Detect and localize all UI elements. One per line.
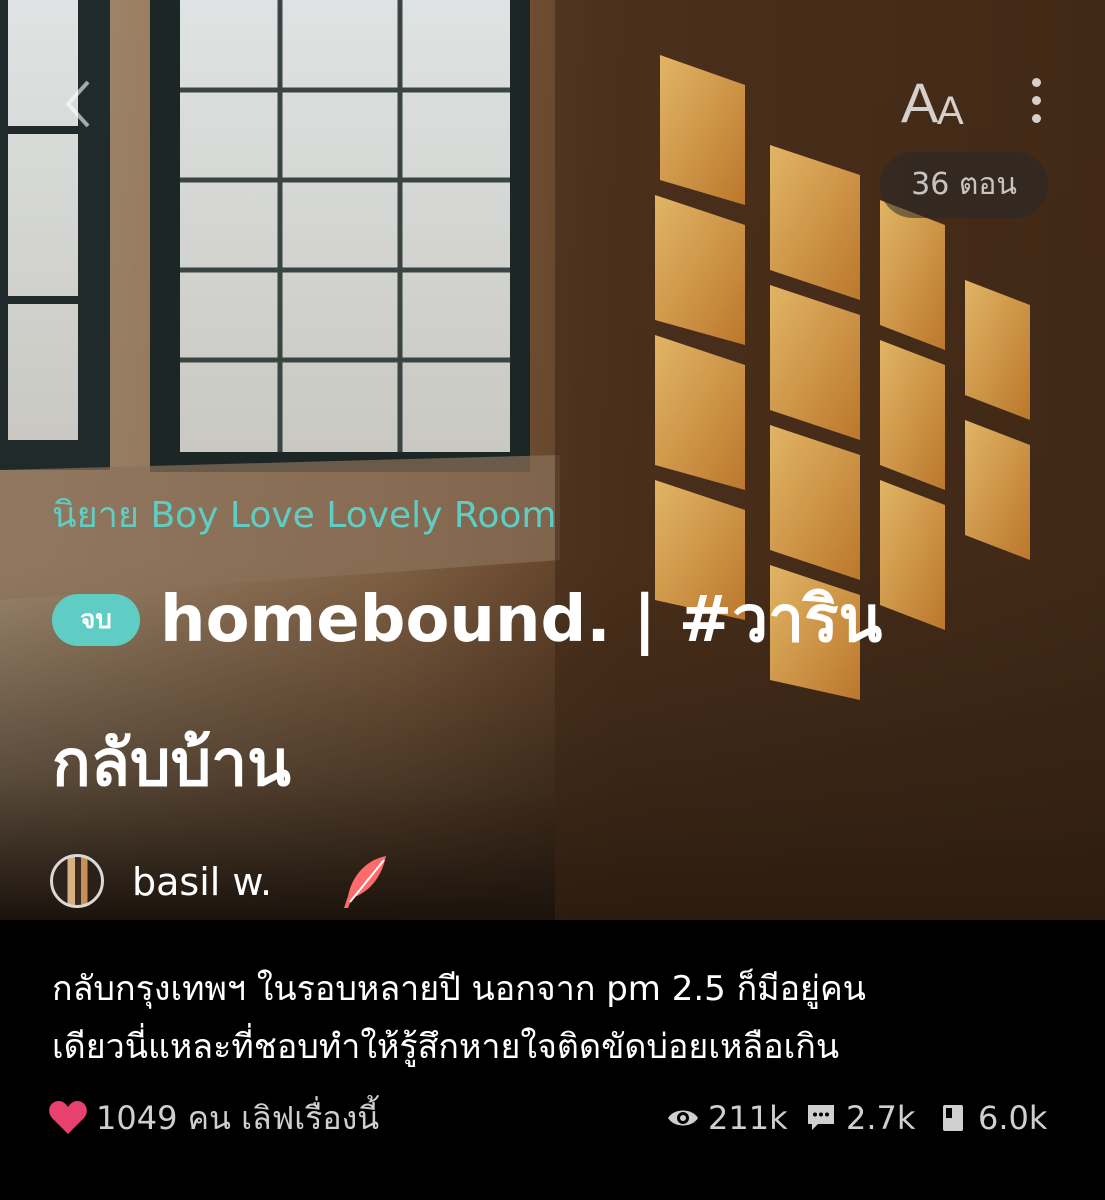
comments-count: 2.7k <box>846 1099 916 1137</box>
quill-icon <box>344 856 386 908</box>
story-synopsis: กลับกรุงเทพฯ ในรอบหลายปี นอกจาก pm 2.5 ก… <box>52 960 1062 1076</box>
font-size-large-glyph: A <box>901 71 939 134</box>
story-title: homebound. | #วาริน <box>160 583 883 657</box>
stats-row: 1049 คน เลิฟเรื่องนี้ 211k 2.7k 6.0k <box>48 1088 1058 1148</box>
chevron-left-icon <box>65 80 90 128</box>
font-size-small-glyph: A <box>937 89 964 133</box>
heart-icon[interactable] <box>48 1100 88 1136</box>
episode-count-badge[interactable]: 36 ตอน <box>880 152 1048 218</box>
synopsis-line: กลับกรุงเทพฯ ในรอบหลายปี นอกจาก pm 2.5 ก… <box>52 969 866 1009</box>
comment-icon <box>808 1105 834 1130</box>
category-label[interactable]: นิยาย Boy Love Lovely Room <box>52 486 556 543</box>
book-icon <box>943 1105 963 1131</box>
avatar[interactable] <box>50 854 104 908</box>
author-name[interactable]: basil w. <box>132 852 272 912</box>
back-button[interactable] <box>58 78 102 130</box>
author-row[interactable]: basil w. <box>50 852 550 912</box>
love-count-text: 1049 คน เลิฟเรื่องนี้ <box>96 1099 380 1137</box>
font-size-button[interactable]: A A <box>897 72 977 134</box>
vertical-dots-icon <box>1020 78 1052 123</box>
views-count: 211k <box>708 1099 788 1137</box>
status-badge: จบ <box>52 594 140 646</box>
title-row: จบ homebound. | #วาริน <box>52 576 1092 666</box>
eye-icon <box>668 1110 698 1126</box>
story-subtitle: กลับบ้าน <box>52 727 291 801</box>
synopsis-line: เดียวนี่แหละที่ชอบทำให้รู้สึกหายใจติดขัด… <box>52 1027 840 1067</box>
more-options-button[interactable] <box>1020 78 1052 134</box>
chapters-count: 6.0k <box>978 1099 1048 1137</box>
